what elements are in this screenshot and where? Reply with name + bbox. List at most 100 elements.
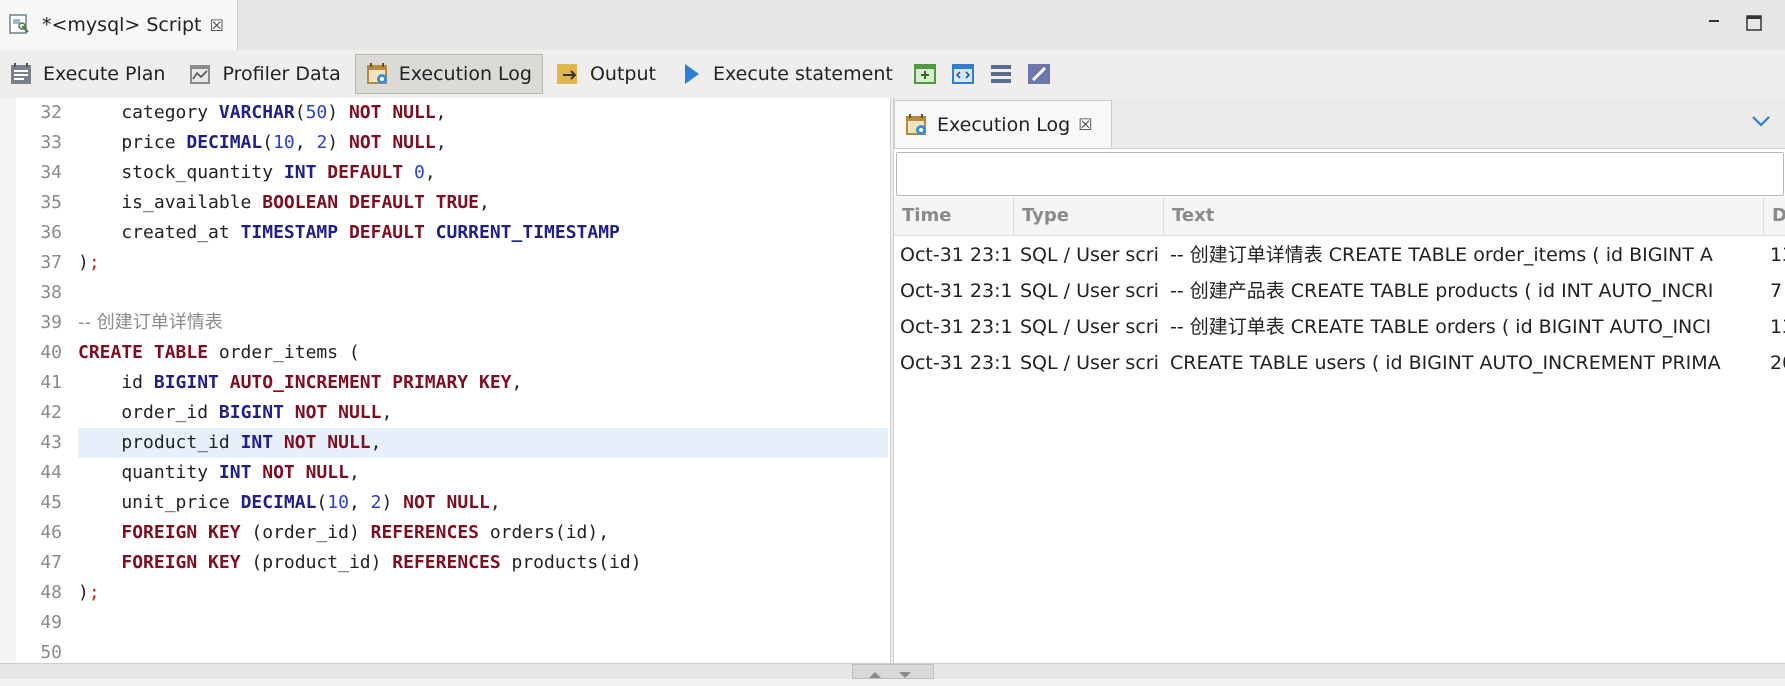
code-token: NOT NULL <box>403 492 490 513</box>
code-line[interactable]: 36 created_at TIMESTAMP DEFAULT CURRENT_… <box>0 218 890 248</box>
edit-icon[interactable] <box>1027 62 1053 86</box>
code-text: stock_quantity INT DEFAULT 0, <box>78 158 888 188</box>
code-token: DEFAULT <box>327 162 404 183</box>
maximize-icon[interactable] <box>1743 12 1765 34</box>
line-number: 48 <box>40 582 62 603</box>
execute-plan-button[interactable]: Execute Plan <box>0 54 175 94</box>
code-token: NOT NULL <box>294 402 382 423</box>
sash-grip[interactable] <box>852 664 934 679</box>
code-token: 10 <box>327 492 349 513</box>
minimize-icon[interactable] <box>1703 12 1725 34</box>
format-icon[interactable] <box>989 62 1015 86</box>
new-script-icon[interactable] <box>913 62 939 86</box>
code-token: quantity <box>78 462 219 483</box>
table-row[interactable]: Oct-31 23:1 SQL / User scri -- 创建产品表 CREAT… <box>894 273 1785 309</box>
output-button[interactable]: Output <box>547 54 666 94</box>
table-row[interactable]: Oct-31 23:1 SQL / User scri -- 创建订单详情表 CRE… <box>894 237 1785 273</box>
execution-log-button[interactable]: Execution Log <box>354 54 543 94</box>
code-text: quantity INT NOT NULL, <box>78 458 888 488</box>
code-token: CURRENT_TIMESTAMP <box>435 222 620 243</box>
code-token: product_id <box>78 432 241 453</box>
code-token: created_at <box>78 222 241 243</box>
code-line[interactable]: 43 product_id INT NOT NULL, <box>0 428 890 458</box>
code-line[interactable]: 39 -- 创建订单详情表 <box>0 308 890 338</box>
code-text: FOREIGN KEY (product_id) REFERENCES prod… <box>78 548 888 578</box>
table-row[interactable]: Oct-31 23:1 SQL / User scri CREATE TABLE u… <box>894 345 1785 381</box>
close-icon[interactable]: ☒ <box>1078 115 1092 134</box>
script-tab-title: *<mysql> Script <box>42 14 202 36</box>
cell-text: CREATE TABLE users ( id BIGINT AUTO_INCR… <box>1170 352 1721 374</box>
code-line[interactable]: 33 price DECIMAL(10, 2) NOT NULL, <box>0 128 890 158</box>
profiler-data-button[interactable]: Profiler Data <box>179 54 350 94</box>
code-line[interactable]: 42 order_id BIGINT NOT NULL, <box>0 398 890 428</box>
code-line[interactable]: 47 FOREIGN KEY (product_id) REFERENCES p… <box>0 548 890 578</box>
line-number: 35 <box>40 192 62 213</box>
code-view-icon[interactable] <box>951 62 977 86</box>
code-token: 10 <box>273 132 295 153</box>
close-icon[interactable]: ☒ <box>209 16 223 35</box>
line-number: 44 <box>40 462 62 483</box>
code-line[interactable]: 44 quantity INT NOT NULL, <box>0 458 890 488</box>
profiler-data-label: Profiler Data <box>222 63 341 85</box>
code-text: order_id BIGINT NOT NULL, <box>78 398 888 428</box>
chevron-down-icon[interactable] <box>1750 110 1772 138</box>
code-token: REFERENCES <box>392 552 501 573</box>
code-text: unit_price DECIMAL(10, 2) NOT NULL, <box>78 488 888 518</box>
code-line[interactable]: 46 FOREIGN KEY (order_id) REFERENCES ord… <box>0 518 890 548</box>
code-token: NOT NULL <box>348 132 436 153</box>
code-token: ( <box>294 102 306 123</box>
code-token: DECIMAL <box>186 132 263 153</box>
cell-d: 13 <box>1770 316 1785 338</box>
code-line[interactable]: 32 category VARCHAR(50) NOT NULL, <box>0 98 890 128</box>
line-number: 37 <box>40 252 62 273</box>
column-header-type[interactable]: Type <box>1014 197 1164 235</box>
code-line[interactable]: 34 stock_quantity INT DEFAULT 0, <box>0 158 890 188</box>
code-token: DEFAULT <box>348 192 425 213</box>
code-token: NOT NULL <box>262 462 349 483</box>
execute-statement-label: Execute statement <box>712 63 893 85</box>
cell-type: SQL / User scri <box>1020 280 1159 302</box>
code-token: NOT NULL <box>283 432 371 453</box>
code-line[interactable]: 49 <box>0 608 890 638</box>
code-token: INT <box>240 432 274 453</box>
log-filter-input[interactable] <box>896 152 1784 196</box>
execution-log-tab[interactable]: Execution Log ☒ <box>894 100 1112 148</box>
code-text: created_at TIMESTAMP DEFAULT CURRENT_TIM… <box>78 218 888 248</box>
code-line[interactable]: 40 CREATE TABLE order_items ( <box>0 338 890 368</box>
code-line[interactable]: 50 <box>0 638 890 663</box>
code-text: ); <box>78 248 888 278</box>
code-line[interactable]: 38 <box>0 278 890 308</box>
code-line[interactable]: 48); <box>0 578 890 608</box>
execution-log-icon <box>364 61 390 87</box>
code-text: -- 创建订单详情表 <box>78 308 888 338</box>
column-header-text[interactable]: Text <box>1164 197 1764 235</box>
code-line[interactable]: 45 unit_price DECIMAL(10, 2) NOT NULL, <box>0 488 890 518</box>
code-token: products(id) <box>500 552 642 573</box>
column-header-time[interactable]: Time <box>894 197 1014 235</box>
code-line[interactable]: 37); <box>0 248 890 278</box>
code-token: 2 <box>316 132 328 153</box>
table-row[interactable]: Oct-31 23:1 SQL / User scri -- 创建订单表 CREAT… <box>894 309 1785 345</box>
code-line[interactable]: 35 is_available BOOLEAN DEFAULT TRUE, <box>0 188 890 218</box>
code-token: ) <box>78 252 89 273</box>
column-header-d[interactable]: D <box>1764 197 1785 235</box>
code-token: BIGINT <box>153 372 219 393</box>
code-line[interactable]: 41 id BIGINT AUTO_INCREMENT PRIMARY KEY, <box>0 368 890 398</box>
cell-type: SQL / User scri <box>1020 316 1159 338</box>
sql-editor[interactable]: 32 category VARCHAR(50) NOT NULL, 33 pric… <box>0 98 891 663</box>
code-token: category <box>78 102 219 123</box>
cell-type: SQL / User scri <box>1020 244 1159 266</box>
code-token: price <box>78 132 187 153</box>
code-token: ( <box>262 132 274 153</box>
code-token: REFERENCES <box>370 522 479 543</box>
code-token: , <box>348 462 360 483</box>
script-tab[interactable]: *<mysql> Script ☒ <box>0 0 238 50</box>
execute-statement-button[interactable]: Execute statement <box>670 54 903 94</box>
results-toolbar: Execute Plan Profiler Data Execution Log… <box>0 50 1785 98</box>
code-token: , <box>511 372 523 393</box>
output-label: Output <box>589 63 656 85</box>
